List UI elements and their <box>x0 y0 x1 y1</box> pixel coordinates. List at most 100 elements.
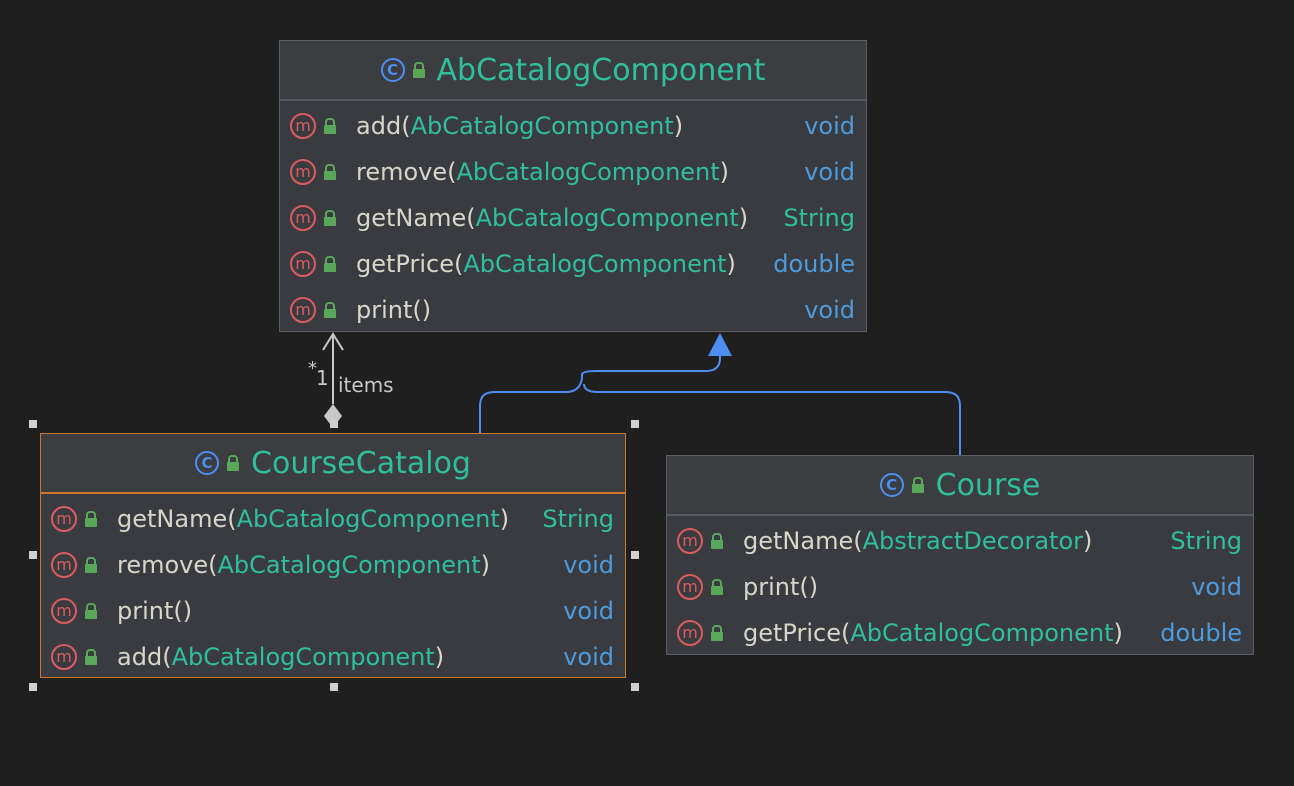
diagram-canvas[interactable]: * 1 items C AbCatalogComponent m add(AbCa… <box>0 0 1294 786</box>
method-list: m getName(AbstractDecorator) String m print(… <box>667 516 1253 656</box>
class-header: C CourseCatalog <box>41 434 625 494</box>
public-lock-icon <box>324 302 338 318</box>
method-name: print <box>117 597 174 625</box>
method-param-type: AbstractDecorator <box>862 527 1083 555</box>
public-lock-icon <box>711 579 725 595</box>
method-name: print <box>743 573 800 601</box>
method-icon: m <box>51 598 77 624</box>
class-icon: C <box>879 473 904 497</box>
close-paren: ) <box>499 505 510 533</box>
public-lock-icon <box>85 557 99 573</box>
method-name: getPrice <box>356 250 454 278</box>
method-icon: m <box>677 574 703 600</box>
close-paren: ) <box>719 158 730 186</box>
public-lock-icon <box>324 256 338 272</box>
public-lock-icon <box>412 62 427 78</box>
close-paren: ) <box>1083 527 1093 555</box>
public-lock-icon <box>324 118 338 134</box>
public-lock-icon <box>85 603 99 619</box>
open-paren: ( <box>412 296 422 324</box>
class-icon: C <box>195 451 220 475</box>
method-icon: m <box>51 506 77 532</box>
resize-handle-bottom-right[interactable] <box>631 683 639 691</box>
method-icon: m <box>290 159 316 185</box>
method-row-getname[interactable]: m getName(AbCatalogComponent) String <box>41 496 625 542</box>
method-name: print <box>356 296 413 324</box>
method-row-add[interactable]: m add(AbCatalogComponent) void <box>280 103 866 149</box>
method-row-getprice[interactable]: m getPrice(AbCatalogComponent) double <box>280 241 866 287</box>
method-row-print[interactable]: m print() void <box>280 287 866 333</box>
resize-handle-top[interactable] <box>330 420 338 428</box>
public-lock-icon <box>324 210 338 226</box>
public-lock-icon <box>85 649 99 665</box>
public-lock-icon <box>711 625 725 641</box>
method-return-type: void <box>563 597 614 625</box>
method-row-remove[interactable]: m remove(AbCatalogComponent) void <box>41 542 625 588</box>
method-return-type: String <box>542 505 614 533</box>
method-param-type: AbCatalogComponent <box>475 204 739 232</box>
method-list: m add(AbCatalogComponent) void m remove(AbCa… <box>280 101 866 333</box>
method-icon: m <box>290 251 316 277</box>
method-name: getName <box>117 505 228 533</box>
resize-handle-right[interactable] <box>631 551 639 559</box>
close-paren: ) <box>808 573 819 601</box>
class-icon: C <box>380 58 405 82</box>
role-label-items: items <box>338 373 394 397</box>
resize-handle-top-right[interactable] <box>631 420 639 428</box>
method-icon: m <box>51 644 77 670</box>
method-param-type: AbCatalogComponent <box>463 250 727 278</box>
resize-handle-left[interactable] <box>29 551 37 559</box>
method-icon: m <box>290 205 316 231</box>
method-row-getname[interactable]: m getName(AbCatalogComponent) String <box>280 195 866 241</box>
resize-handle-bottom[interactable] <box>330 683 338 691</box>
public-lock-icon <box>911 477 926 493</box>
class-node-coursecatalog[interactable]: C CourseCatalog m getName(AbCatalogCompon… <box>40 433 626 678</box>
resize-handle-bottom-left[interactable] <box>29 683 37 691</box>
close-paren: ) <box>434 643 445 671</box>
close-paren: ) <box>673 112 684 140</box>
open-paren: ( <box>853 527 863 555</box>
open-paren: ( <box>227 505 237 533</box>
generalization-edge-coursecatalog[interactable] <box>479 356 721 433</box>
method-param-type: AbCatalogComponent <box>850 619 1114 647</box>
resize-handle-top-left[interactable] <box>29 420 37 428</box>
close-paren: ) <box>738 204 749 232</box>
method-name: remove <box>117 551 209 579</box>
method-return-type: double <box>1160 619 1242 647</box>
open-paren: ( <box>840 619 851 647</box>
method-row-getprice[interactable]: m getPrice(AbCatalogComponent) double <box>667 610 1253 656</box>
method-row-print[interactable]: m print() void <box>41 588 625 634</box>
class-header: C AbCatalogComponent <box>280 41 866 101</box>
close-paren: ) <box>421 296 432 324</box>
close-paren: ) <box>726 250 736 278</box>
class-title: CourseCatalog <box>251 445 471 481</box>
open-paren: ( <box>401 112 411 140</box>
method-row-add[interactable]: m add(AbCatalogComponent) void <box>41 634 625 680</box>
class-node-abcatalogcomponent[interactable]: C AbCatalogComponent m add(AbCatalogCompo… <box>279 40 867 332</box>
open-paren: ( <box>453 250 464 278</box>
generalization-edge-course[interactable] <box>583 383 961 455</box>
method-icon: m <box>51 552 77 578</box>
method-return-type: void <box>563 643 614 671</box>
method-return-type: double <box>773 250 855 278</box>
open-paren: ( <box>447 158 457 186</box>
method-name: add <box>117 643 163 671</box>
method-return-type: String <box>783 204 855 232</box>
method-name: getPrice <box>743 619 841 647</box>
method-return-type: void <box>563 551 614 579</box>
multiplicity-one-label: 1 <box>316 366 329 390</box>
open-paren: ( <box>799 573 809 601</box>
method-param-type: AbCatalogComponent <box>456 158 720 186</box>
close-paren: ) <box>480 551 491 579</box>
method-list: m getName(AbCatalogComponent) String m remov… <box>41 494 625 680</box>
method-name: getName <box>743 527 854 555</box>
class-node-course[interactable]: C Course m getName(AbstractDecorator) Stri… <box>666 455 1254 655</box>
method-row-getname[interactable]: m getName(AbstractDecorator) String <box>667 518 1253 564</box>
method-param-type: AbCatalogComponent <box>171 643 435 671</box>
method-row-print[interactable]: m print() void <box>667 564 1253 610</box>
method-param-type: AbCatalogComponent <box>410 112 674 140</box>
open-paren: ( <box>208 551 218 579</box>
class-title: Course <box>935 467 1041 503</box>
method-row-remove[interactable]: m remove(AbCatalogComponent) void <box>280 149 866 195</box>
method-return-type: void <box>1191 573 1242 601</box>
